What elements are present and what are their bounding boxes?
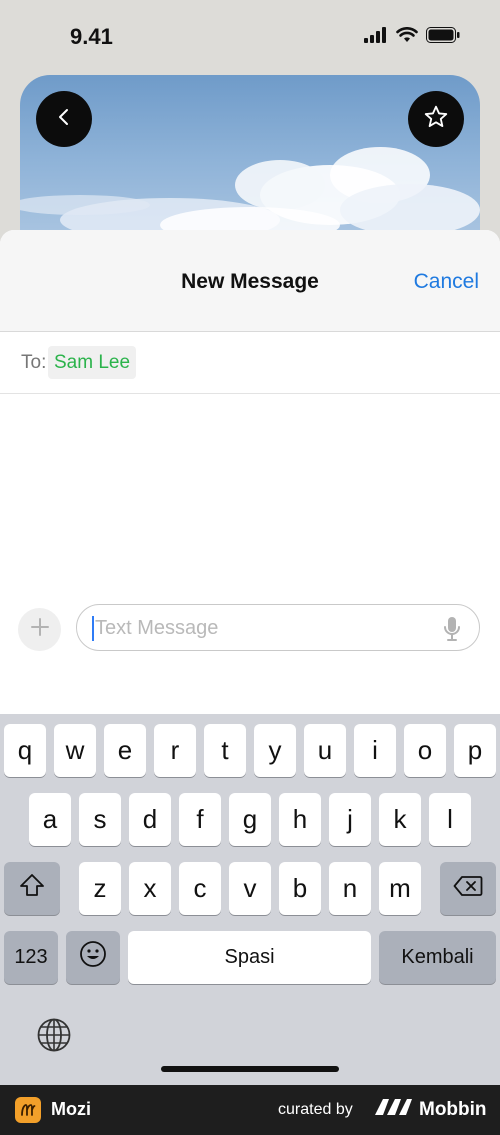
key-m[interactable]: m xyxy=(379,862,421,915)
plus-icon xyxy=(30,617,50,642)
to-label: To: xyxy=(21,352,47,373)
compose-row: Text Message xyxy=(0,604,500,654)
key-w[interactable]: w xyxy=(54,724,96,777)
key-i[interactable]: i xyxy=(354,724,396,777)
footer-brand: Mobbin xyxy=(375,1097,487,1123)
battery-icon xyxy=(426,27,460,48)
key-j[interactable]: j xyxy=(329,793,371,846)
wifi-icon xyxy=(396,27,418,48)
back-icon xyxy=(57,107,71,132)
microphone-icon[interactable] xyxy=(443,616,461,647)
key-f[interactable]: f xyxy=(179,793,221,846)
status-icons xyxy=(364,27,460,48)
key-x[interactable]: x xyxy=(129,862,171,915)
back-button[interactable] xyxy=(36,91,92,147)
star-icon xyxy=(423,104,449,135)
recipient-row[interactable]: To: Sam Lee xyxy=(0,332,500,394)
emoji-icon xyxy=(79,940,107,975)
footer-curated-label: curated by xyxy=(278,1101,353,1118)
space-key[interactable]: Spasi xyxy=(128,931,371,984)
return-key[interactable]: Kembali xyxy=(379,931,496,984)
key-c[interactable]: c xyxy=(179,862,221,915)
status-time: 9.41 xyxy=(70,24,113,49)
key-z[interactable]: z xyxy=(79,862,121,915)
favorite-button[interactable] xyxy=(408,91,464,147)
key-s[interactable]: s xyxy=(79,793,121,846)
key-y[interactable]: y xyxy=(254,724,296,777)
numbers-key[interactable]: 123 xyxy=(4,931,58,984)
key-q[interactable]: q xyxy=(4,724,46,777)
key-p[interactable]: p xyxy=(454,724,496,777)
key-a[interactable]: a xyxy=(29,793,71,846)
delete-icon xyxy=(453,873,483,904)
message-input[interactable]: Text Message xyxy=(76,604,480,651)
key-e[interactable]: e xyxy=(104,724,146,777)
key-k[interactable]: k xyxy=(379,793,421,846)
key-t[interactable]: t xyxy=(204,724,246,777)
keyboard: q w e r t y u i o p a s d f g h j k l z … xyxy=(0,714,500,1085)
key-l[interactable]: l xyxy=(429,793,471,846)
key-h[interactable]: h xyxy=(279,793,321,846)
globe-button[interactable] xyxy=(36,1017,72,1053)
key-g[interactable]: g xyxy=(229,793,271,846)
emoji-key[interactable] xyxy=(66,931,120,984)
footer: Mozi curated by Mobbin xyxy=(0,1085,500,1135)
footer-app-name: Mozi xyxy=(51,1099,91,1119)
key-n[interactable]: n xyxy=(329,862,371,915)
shift-key[interactable] xyxy=(4,862,60,915)
delete-key[interactable] xyxy=(440,862,496,915)
sheet-header: New Message Cancel xyxy=(0,230,500,332)
key-d[interactable]: d xyxy=(129,793,171,846)
key-v[interactable]: v xyxy=(229,862,271,915)
mobbin-logo-icon xyxy=(375,1097,413,1123)
recipient-chip[interactable]: Sam Lee xyxy=(48,346,137,379)
text-cursor xyxy=(92,616,94,641)
add-attachment-button[interactable] xyxy=(18,608,61,651)
key-u[interactable]: u xyxy=(304,724,346,777)
mozi-logo-icon xyxy=(15,1097,41,1123)
signal-icon xyxy=(364,27,388,48)
message-placeholder: Text Message xyxy=(95,617,219,639)
cancel-button[interactable]: Cancel xyxy=(414,270,479,294)
footer-brand-name: Mobbin xyxy=(419,1099,487,1120)
key-o[interactable]: o xyxy=(404,724,446,777)
status-bar: 9.41 xyxy=(0,0,500,72)
shift-icon xyxy=(19,873,45,904)
globe-icon xyxy=(36,1018,72,1057)
home-indicator xyxy=(161,1066,339,1072)
key-r[interactable]: r xyxy=(154,724,196,777)
key-b[interactable]: b xyxy=(279,862,321,915)
